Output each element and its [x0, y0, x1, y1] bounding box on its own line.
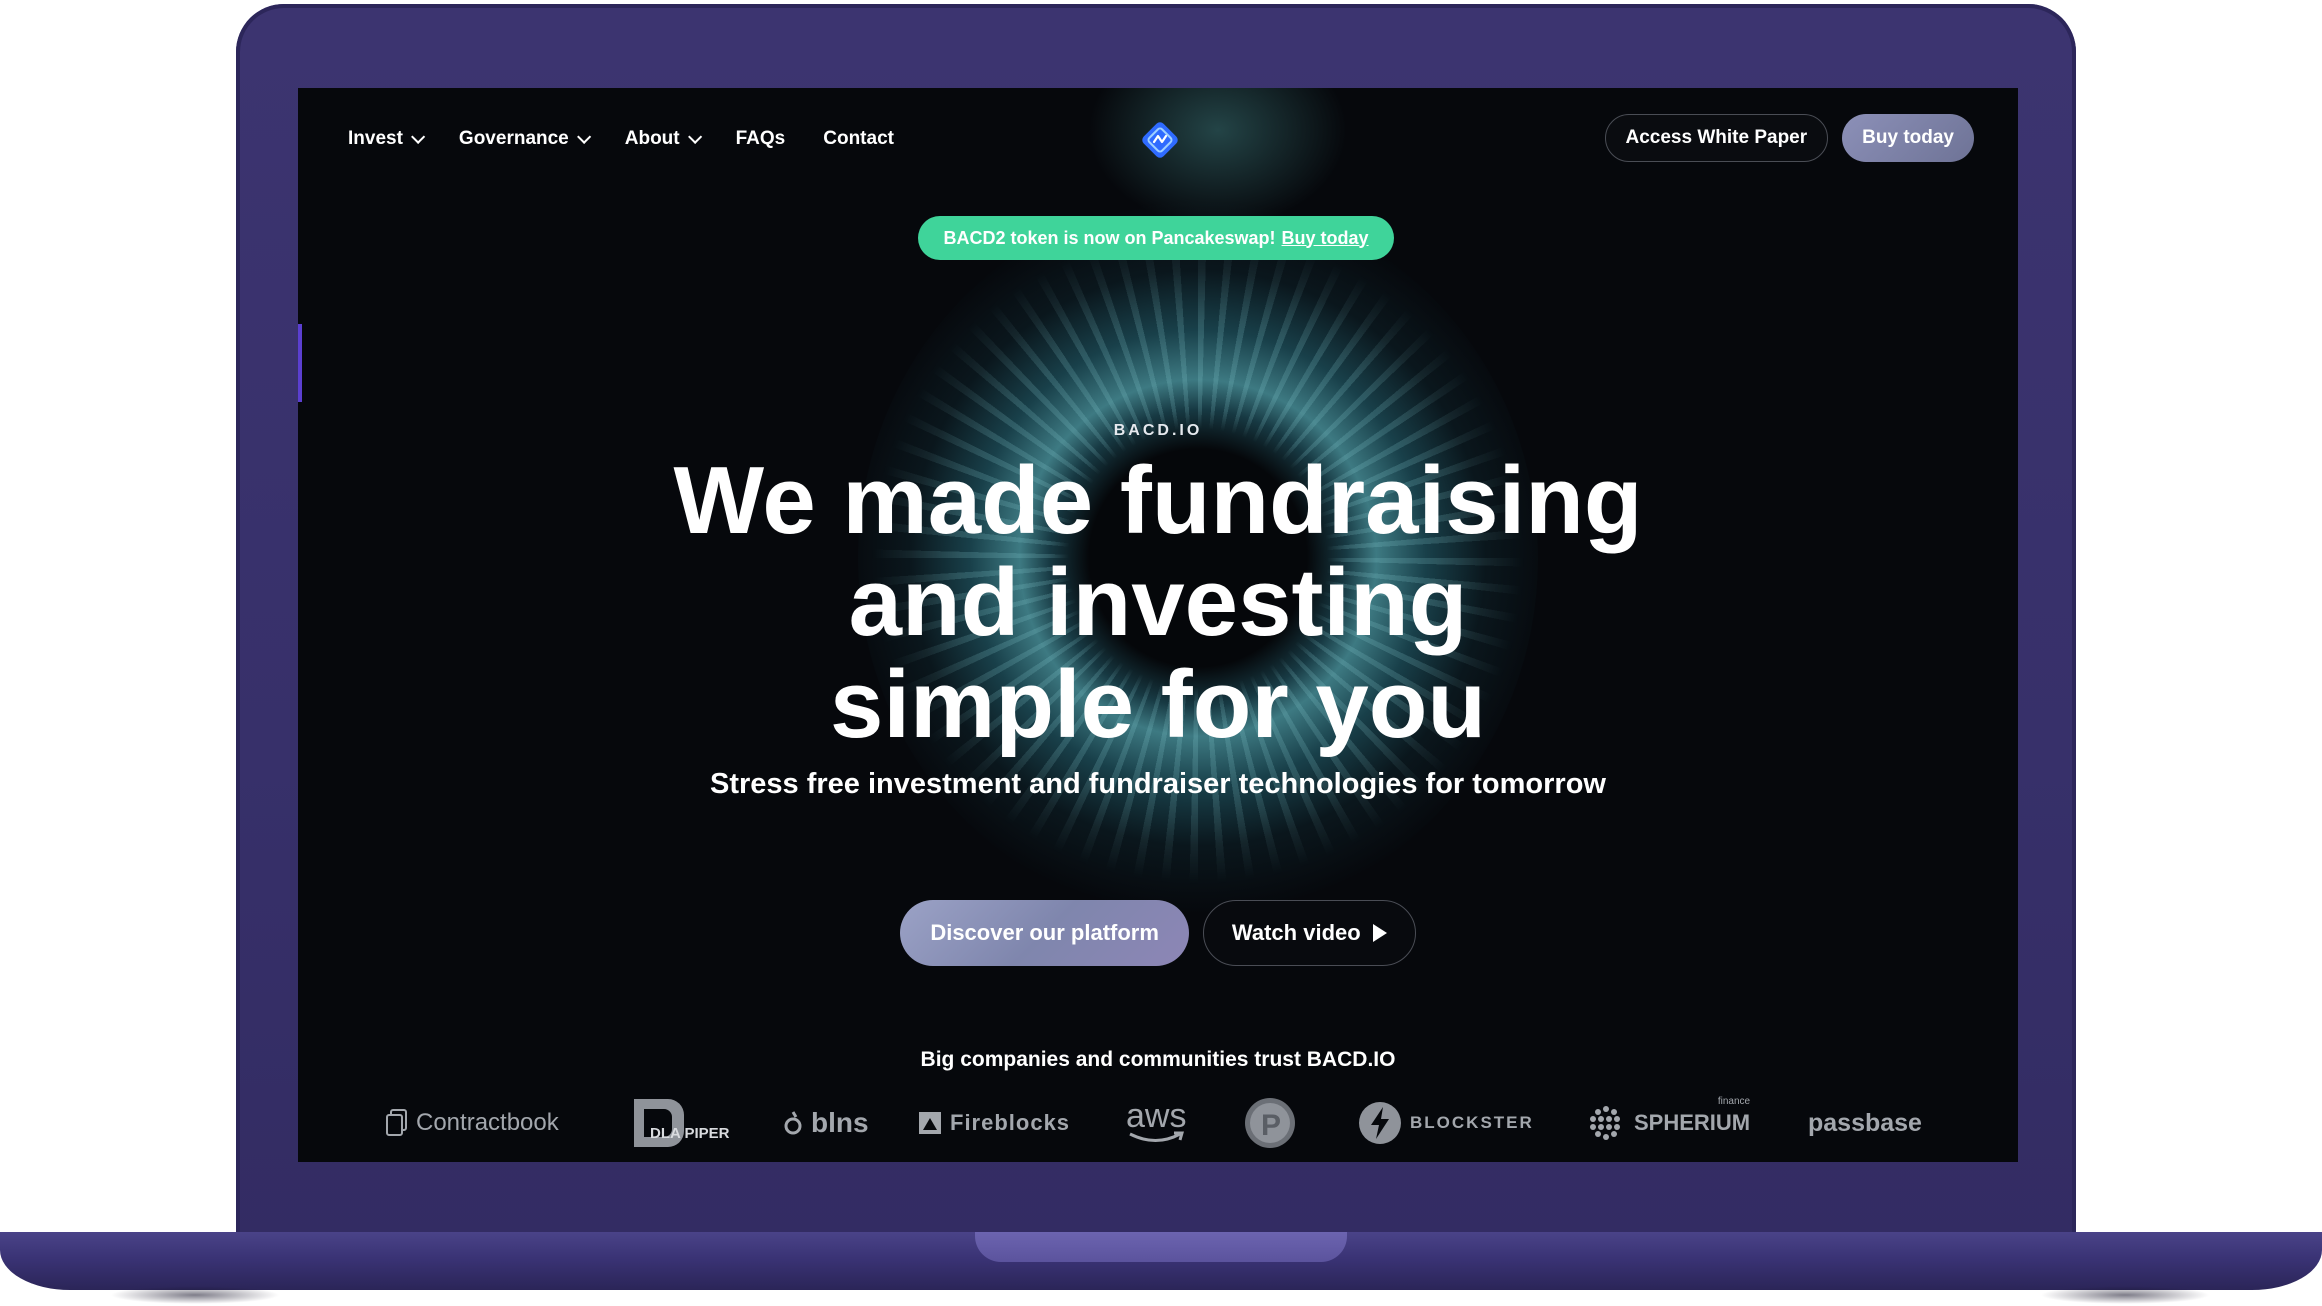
- buy-today-button[interactable]: Buy today: [1842, 114, 1974, 162]
- partner-name: blns: [811, 1107, 869, 1138]
- laptop-foot-left: [110, 1286, 280, 1304]
- nav-invest-label: Invest: [348, 128, 403, 149]
- partner-name: SPHERIUM: [1634, 1110, 1751, 1135]
- nav-faqs-label: FAQs: [735, 128, 786, 149]
- partner-passbase: passbase: [1808, 1088, 1922, 1158]
- nav-faqs[interactable]: FAQs: [736, 128, 786, 150]
- trust-title: Big companies and communities trust BACD…: [920, 1048, 1396, 1071]
- nav-about-label: About: [624, 128, 680, 149]
- partner-p-coin: P P: [1243, 1088, 1297, 1158]
- nav-contact-label: Contact: [823, 128, 894, 149]
- partner-blockster: BLOCKSTER: [1358, 1088, 1534, 1158]
- dla-piper-mark: [634, 1099, 684, 1147]
- aws-logo: [1129, 1131, 1185, 1142]
- nav-governance[interactable]: Governance: [458, 128, 591, 150]
- partner-dla-piper: DLA PIPER: [628, 1088, 732, 1158]
- partner-name: DLA PIPER: [650, 1125, 730, 1142]
- nav-actions: Access White Paper Buy today: [1604, 114, 1974, 162]
- announcement-text: BACD2 token is now on Pancakeswap!: [943, 227, 1276, 248]
- bacd-logo-icon[interactable]: [1136, 116, 1184, 164]
- spherium-wordmark: finance SPHERIUM: [1634, 1096, 1751, 1136]
- hero-title: We made fundraising and investing simple…: [458, 450, 1858, 756]
- nav-about[interactable]: About: [624, 128, 702, 150]
- lightning-logo: [1359, 1102, 1401, 1144]
- side-accent: [298, 324, 302, 402]
- partner-name: BLOCKSTER: [1410, 1113, 1534, 1132]
- nav-invest[interactable]: Invest: [348, 128, 426, 150]
- watch-video-label: Watch video: [1231, 920, 1361, 945]
- partner-name: Contractbook: [416, 1109, 559, 1136]
- fireblocks-logo: [919, 1112, 941, 1134]
- partner-name: Fireblocks: [950, 1110, 1071, 1135]
- hero-eyebrow: BACD.IO: [1113, 422, 1203, 439]
- partner-spherium: finance SPHERIUM: [1586, 1088, 1750, 1158]
- laptop-foot-right: [2040, 1286, 2210, 1304]
- partner-logos: Contractbook DLA PIPER blns Fireblocks a…: [298, 1088, 2018, 1158]
- partner-tag: finance: [1717, 1096, 1751, 1107]
- hero-title-line-3: simple for you: [829, 651, 1487, 758]
- p-coin-logo: P: [1245, 1098, 1295, 1148]
- partner-contractbook: Contractbook: [386, 1088, 559, 1158]
- blns-logo: [784, 1111, 802, 1135]
- announcement-banner: BACD2 token is now on Pancakeswap! Buy t…: [918, 216, 1394, 260]
- partner-name: passbase: [1808, 1108, 1922, 1137]
- chevron-down-icon: [687, 129, 702, 144]
- chevron-down-icon: [410, 129, 426, 144]
- announcement-buy-link[interactable]: Buy today: [1282, 228, 1369, 249]
- svg-text:P: P: [1261, 1109, 1281, 1142]
- sphere-dots-logo: [1590, 1106, 1620, 1140]
- play-icon: [1372, 924, 1387, 942]
- screen: Invest Governance About FAQs Contact Acc…: [298, 88, 2018, 1162]
- chevron-down-icon: [576, 129, 591, 144]
- nav-governance-label: Governance: [458, 128, 569, 149]
- dla-piper-logo: DLA PIPER: [628, 1095, 732, 1151]
- hero-title-line-1: We made fundraising: [673, 447, 1643, 554]
- nav-contact[interactable]: Contact: [823, 128, 894, 150]
- partner-blns: blns: [783, 1088, 869, 1158]
- white-paper-button[interactable]: Access White Paper: [1604, 114, 1829, 162]
- hero-title-line-2: and investing: [848, 549, 1468, 656]
- hero-subtitle: Stress free investment and fundraiser te…: [710, 768, 1606, 800]
- watch-video-button[interactable]: Watch video: [1202, 900, 1416, 966]
- laptop-notch: [975, 1232, 1347, 1262]
- discover-platform-button[interactable]: Discover our platform: [900, 900, 1189, 966]
- partner-fireblocks: Fireblocks: [918, 1088, 1070, 1158]
- hero-cta-row: Discover our platform Watch video: [298, 900, 2018, 966]
- main-nav: Invest Governance About FAQs Contact: [348, 114, 894, 164]
- partner-name: aws: [1126, 1097, 1187, 1135]
- partner-aws: aws: [1126, 1088, 1186, 1158]
- document-icon: [386, 1109, 407, 1136]
